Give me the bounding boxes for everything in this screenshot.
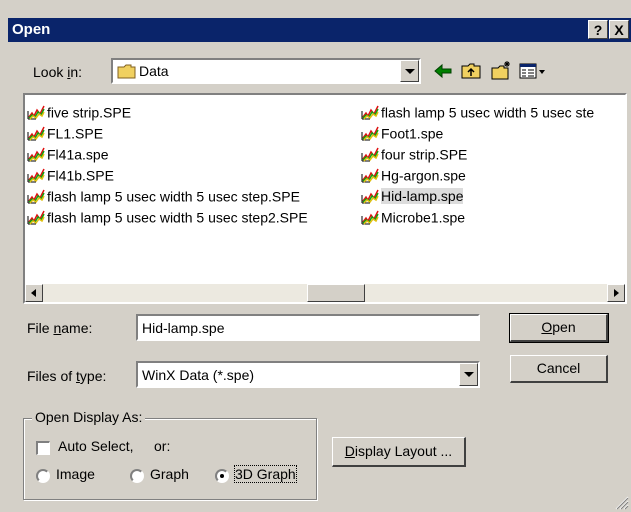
auto-select-checkbox[interactable] — [36, 441, 50, 455]
radio-image-label: Image — [56, 466, 95, 482]
scroll-left-button[interactable] — [25, 284, 43, 302]
file-item[interactable]: five strip.SPE — [27, 101, 131, 121]
new-folder-icon[interactable] — [490, 60, 512, 82]
open-button[interactable]: Open — [509, 313, 609, 343]
file-item-name: Foot1.spe — [381, 125, 444, 142]
file-item[interactable]: Fl41a.spe — [27, 143, 108, 163]
file-name-value: Hid-lamp.spe — [142, 320, 225, 336]
files-of-type-value: WinX Data (*.spe) — [142, 367, 255, 383]
spe-file-icon — [27, 105, 45, 120]
open-dialog: Open ? X Look in: Data five strip.SPE FL1… — [0, 0, 631, 512]
spe-file-icon — [361, 189, 379, 204]
radio-image[interactable] — [36, 469, 50, 483]
file-item[interactable]: Hid-lamp.spe — [361, 185, 464, 205]
radio-graph[interactable] — [130, 469, 144, 483]
auto-select-label: Auto Select, — [58, 438, 134, 454]
close-button[interactable]: X — [609, 20, 629, 39]
spe-file-icon — [361, 168, 379, 183]
look-in-combo[interactable]: Data — [111, 58, 421, 84]
file-item[interactable]: four strip.SPE — [361, 143, 467, 163]
file-name-input[interactable]: Hid-lamp.spe — [136, 314, 480, 341]
file-item-name: four strip.SPE — [381, 146, 468, 163]
file-item-name: Microbe1.spe — [381, 209, 466, 226]
spe-file-icon — [27, 189, 45, 204]
file-item[interactable]: Foot1.spe — [361, 122, 443, 142]
back-icon[interactable] — [432, 60, 454, 82]
file-item[interactable]: flash lamp 5 usec width 5 usec step2.SPE — [27, 206, 308, 226]
file-item[interactable]: flash lamp 5 usec width 5 usec ste — [361, 101, 594, 121]
spe-file-icon — [27, 168, 45, 183]
spe-file-icon — [361, 210, 379, 225]
file-item[interactable]: Hg-argon.spe — [361, 164, 466, 184]
horizontal-scrollbar[interactable] — [25, 284, 625, 302]
file-item-name: flash lamp 5 usec width 5 usec ste — [381, 104, 595, 121]
spe-file-icon — [27, 126, 45, 141]
look-in-label: Look in: — [33, 64, 83, 80]
file-item[interactable]: Fl41b.SPE — [27, 164, 114, 184]
scroll-thumb[interactable] — [307, 284, 365, 302]
scroll-left-arrow-icon — [31, 289, 36, 297]
spe-file-icon — [361, 105, 379, 120]
file-item-name: Fl41a.spe — [47, 146, 109, 163]
file-item-name: Hid-lamp.spe — [381, 188, 464, 205]
spe-file-icon — [361, 126, 379, 141]
file-item-name: five strip.SPE — [47, 104, 132, 121]
dialog-title: Open — [12, 21, 51, 38]
help-button[interactable]: ? — [588, 20, 608, 39]
resize-grip-icon[interactable] — [613, 494, 629, 510]
files-of-type-label: Files of type: — [27, 368, 107, 384]
cancel-button[interactable]: Cancel — [510, 355, 608, 383]
radio-3d-graph-label: 3D Graph — [234, 465, 297, 483]
view-menu-icon[interactable] — [518, 60, 548, 82]
files-of-type-dropdown-arrow[interactable] — [459, 363, 478, 386]
radio-graph-label: Graph — [150, 466, 189, 482]
scroll-right-arrow-icon — [614, 289, 619, 297]
file-item-name: flash lamp 5 usec width 5 usec step2.SPE — [47, 209, 308, 226]
group-title: Open Display As: — [32, 409, 146, 425]
look-in-value: Data — [139, 63, 169, 79]
file-item[interactable]: Microbe1.spe — [361, 206, 465, 226]
folder-icon — [117, 64, 136, 79]
file-item[interactable]: FL1.SPE — [27, 122, 103, 142]
open-display-as-group: Open Display As: Auto Select, or: Image … — [23, 409, 317, 500]
up-folder-icon[interactable] — [460, 60, 482, 82]
scroll-right-button[interactable] — [607, 284, 625, 302]
file-item-name: flash lamp 5 usec width 5 usec step.SPE — [47, 188, 300, 205]
display-layout-button[interactable]: Display Layout ... — [332, 437, 466, 467]
look-in-dropdown-arrow[interactable] — [400, 60, 419, 82]
spe-file-icon — [27, 210, 45, 225]
files-of-type-select[interactable]: WinX Data (*.spe) — [136, 361, 480, 388]
or-label: or: — [154, 438, 171, 454]
file-item-name: Hg-argon.spe — [381, 167, 466, 184]
spe-file-icon — [361, 147, 379, 162]
file-item-name: Fl41b.SPE — [47, 167, 114, 184]
title-bar[interactable]: Open ? X — [8, 18, 631, 42]
file-item-name: FL1.SPE — [47, 125, 104, 142]
spe-file-icon — [27, 147, 45, 162]
radio-3d-graph[interactable] — [215, 469, 229, 483]
file-name-label: File name: — [27, 320, 93, 336]
file-item[interactable]: flash lamp 5 usec width 5 usec step.SPE — [27, 185, 300, 205]
file-list[interactable]: five strip.SPE FL1.SPE Fl41a.spe Fl41b.SPE f… — [23, 93, 627, 304]
